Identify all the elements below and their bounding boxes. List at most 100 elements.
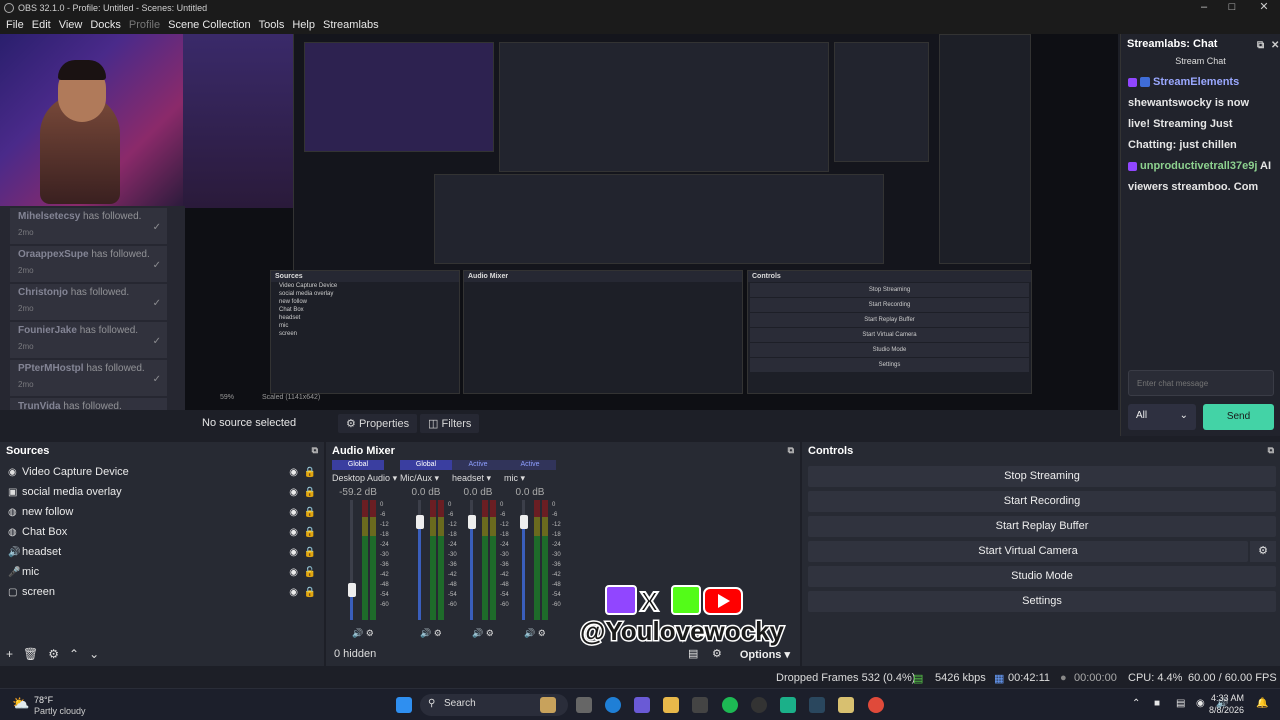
move-down-icon[interactable]: ⌄: [89, 647, 99, 661]
source-video-capture[interactable]: ◉ Video Capture Device ◉ 🔒: [0, 462, 324, 482]
channel-name[interactable]: Mic/Aux ▾: [400, 473, 452, 484]
menu-streamlabs[interactable]: Streamlabs: [319, 19, 383, 31]
undock-icon[interactable]: ⧉: [1268, 445, 1274, 456]
lock-icon[interactable]: 🔒: [304, 587, 316, 598]
maximize-icon[interactable]: □: [1218, 0, 1246, 16]
windows-taskbar: ⛅ 78°F Partly cloudy ⚲ Search ⌃ ■ ▤ ◉ 🔊 4…: [0, 688, 1280, 720]
options-button[interactable]: Options ▾: [740, 648, 790, 661]
start-recording-button[interactable]: Start Recording: [808, 491, 1276, 512]
add-icon[interactable]: +: [6, 647, 13, 661]
lock-icon[interactable]: 🔒: [304, 547, 316, 558]
channel-name[interactable]: Desktop Audio ▾: [332, 473, 397, 484]
layout-icon[interactable]: ▤: [688, 647, 698, 660]
chat-filter-select[interactable]: All ⌄: [1128, 404, 1196, 430]
source-headset[interactable]: 🔊 headset ◉ 🔒: [0, 542, 324, 562]
volume-fader[interactable]: [350, 500, 353, 620]
menu-view[interactable]: View: [55, 19, 87, 31]
gear-icon[interactable]: ⚙: [48, 647, 59, 661]
app-icon[interactable]: [838, 697, 854, 713]
start-replay-buffer-button[interactable]: Start Replay Buffer: [808, 516, 1276, 537]
chat-input[interactable]: [1128, 370, 1274, 396]
fader-knob[interactable]: [348, 583, 356, 597]
network-icon[interactable]: ▤: [1176, 698, 1185, 709]
lock-icon[interactable]: 🔒: [304, 487, 316, 498]
fader-knob[interactable]: [416, 515, 424, 529]
file-explorer-icon[interactable]: [663, 697, 679, 713]
visibility-icon[interactable]: ◉: [289, 567, 298, 578]
visibility-icon[interactable]: ◉: [289, 547, 298, 558]
visibility-icon[interactable]: ◉: [289, 467, 298, 478]
obs-taskbar-icon[interactable]: [751, 697, 767, 713]
edge-icon[interactable]: [605, 697, 621, 713]
notification-icon[interactable]: 🔔: [1256, 698, 1268, 709]
stop-streaming-button[interactable]: Stop Streaming: [808, 466, 1276, 487]
channel-name[interactable]: mic ▾: [504, 473, 556, 484]
steam-icon[interactable]: [809, 697, 825, 713]
filters-button[interactable]: ◫ Filters: [420, 414, 480, 433]
studio-mode-button[interactable]: Studio Mode: [808, 566, 1276, 587]
visibility-icon[interactable]: ◉: [289, 587, 298, 598]
menu-profile[interactable]: Profile: [125, 19, 164, 31]
menu-help[interactable]: Help: [288, 19, 319, 31]
menu-docks[interactable]: Docks: [86, 19, 125, 31]
close-icon[interactable]: ✕: [1271, 36, 1279, 56]
undock-icon[interactable]: ⧉: [1257, 36, 1264, 56]
lock-icon[interactable]: 🔒: [304, 507, 316, 518]
source-chat-box[interactable]: ◍ Chat Box ◉ 🔒: [0, 522, 324, 542]
channel-volume-db: 0.0 dB: [463, 487, 493, 498]
undock-icon[interactable]: ⧉: [788, 445, 794, 456]
source-screen[interactable]: ▢ screen ◉ 🔒: [0, 582, 324, 602]
clock-time[interactable]: 4:33 AM: [1208, 693, 1244, 703]
task-view-icon[interactable]: [576, 697, 592, 713]
lock-icon[interactable]: 🔒: [304, 527, 316, 538]
source-new-follow[interactable]: ◍ new follow ◉ 🔒: [0, 502, 324, 522]
gear-icon[interactable]: ⚙: [366, 628, 374, 638]
settings-button[interactable]: Settings: [808, 591, 1276, 612]
mixer-channel: Global Desktop Audio ▾ -59.2 dB: [332, 460, 397, 498]
source-mic[interactable]: 🎤 mic ◉ 🔓: [0, 562, 324, 582]
fader-knob[interactable]: [468, 515, 476, 529]
lock-icon[interactable]: 🔓: [304, 567, 316, 578]
spotify-icon[interactable]: [722, 697, 738, 713]
scene-preview[interactable]: Mihelsetecsy has followed. 2mo ✓ OraappexS…: [0, 34, 1118, 410]
speaker-icon[interactable]: 🔊: [524, 628, 535, 638]
chrome-icon[interactable]: [868, 697, 884, 713]
start-virtual-camera-button[interactable]: Start Virtual Camera: [808, 541, 1248, 562]
nested-source-item: mic: [279, 323, 289, 329]
clock-date[interactable]: 8/8/2026: [1200, 705, 1244, 715]
chevron-up-icon[interactable]: ⌃: [1132, 698, 1140, 709]
speaker-icon[interactable]: 🔊: [472, 628, 483, 638]
streamlabs-icon[interactable]: [780, 697, 796, 713]
trash-icon[interactable]: 🗑: [23, 647, 38, 661]
speaker-icon[interactable]: 🔊: [420, 628, 431, 638]
menu-tools[interactable]: Tools: [255, 19, 289, 31]
move-up-icon[interactable]: ⌃: [69, 647, 79, 661]
copilot-icon[interactable]: [634, 697, 650, 713]
visibility-icon[interactable]: ◉: [289, 487, 298, 498]
lock-icon[interactable]: 🔒: [304, 467, 316, 478]
visibility-icon[interactable]: ◉: [289, 507, 298, 518]
store-icon[interactable]: [692, 697, 708, 713]
speaker-icon[interactable]: 🔊: [352, 628, 363, 638]
menu-file[interactable]: File: [2, 19, 28, 31]
fader-knob[interactable]: [520, 515, 528, 529]
chat-send-button[interactable]: Send: [1203, 404, 1274, 430]
gear-icon[interactable]: ⚙: [486, 628, 494, 638]
visibility-icon[interactable]: ◉: [289, 527, 298, 538]
gear-icon[interactable]: ⚙: [434, 628, 442, 638]
search-highlight-icon[interactable]: [540, 697, 556, 713]
weather-icon[interactable]: ⛅: [12, 695, 29, 712]
properties-button[interactable]: ⚙ Properties: [338, 414, 418, 433]
gear-icon[interactable]: ⚙: [538, 628, 546, 638]
virtual-camera-settings-icon[interactable]: ⚙: [1250, 541, 1276, 562]
source-social-media-overlay[interactable]: ▣ social media overlay ◉ 🔒: [0, 482, 324, 502]
menu-scene-collection[interactable]: Scene Collection: [164, 19, 255, 31]
windows-start-icon[interactable]: [396, 697, 412, 713]
minimize-icon[interactable]: –: [1190, 0, 1218, 16]
tray-icon[interactable]: ■: [1154, 698, 1160, 709]
channel-name[interactable]: headset ▾: [452, 473, 504, 484]
close-icon[interactable]: ✕: [1250, 0, 1278, 16]
gear-icon[interactable]: ⚙: [712, 647, 722, 660]
undock-icon[interactable]: ⧉: [312, 445, 318, 456]
menu-edit[interactable]: Edit: [28, 19, 55, 31]
